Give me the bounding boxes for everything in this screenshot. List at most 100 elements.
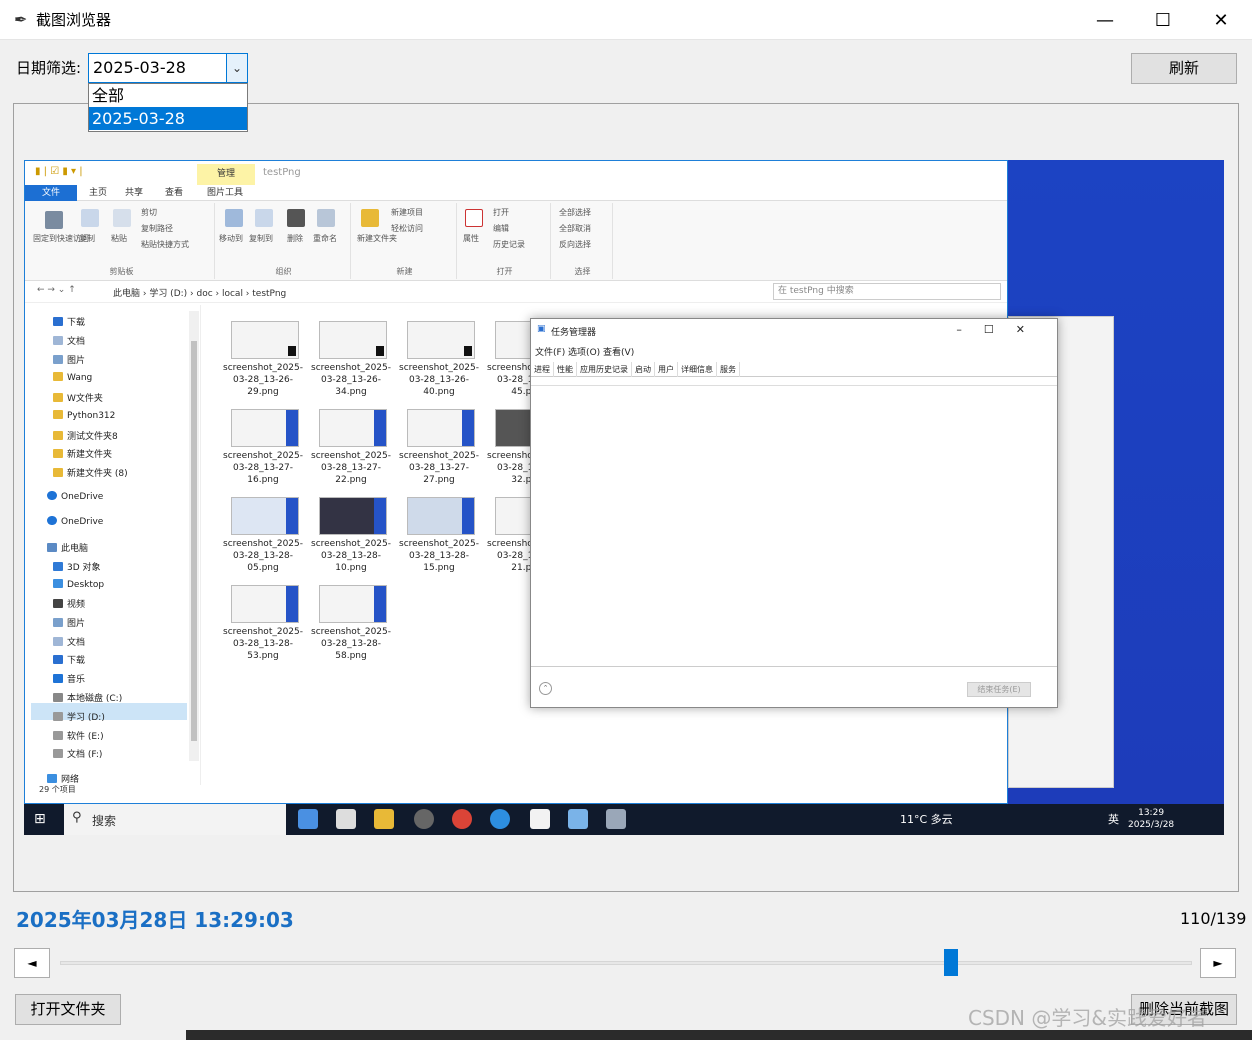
ribbon-group-new: 新建文件夹 新建项目 轻松访问 新建 xyxy=(353,203,457,279)
ribbon-group-name: 剪贴板 xyxy=(109,267,134,276)
ribbon-label: 全部选择 xyxy=(559,208,591,217)
copy-to-icon xyxy=(255,209,273,227)
next-button[interactable]: ► xyxy=(1200,948,1236,978)
ribbon-label: 编辑 xyxy=(493,224,509,233)
app-icon xyxy=(568,809,588,829)
ribbon-label: 反向选择 xyxy=(559,240,591,249)
nav-item: 文档 xyxy=(53,334,85,347)
open-folder-button[interactable]: 打开文件夹 xyxy=(15,994,121,1025)
tm-tab: 用户 xyxy=(655,362,678,377)
file-thumbnail: screenshot_2025-03-28_13-27-27.png xyxy=(395,405,483,493)
file-thumbnail: screenshot_2025-03-28_13-27-16.png xyxy=(219,405,307,493)
chrome-icon xyxy=(452,809,472,829)
ribbon-label: 移动到 xyxy=(219,234,243,243)
task-manager-menu: 文件(F) 选项(O) 查看(V) xyxy=(535,348,635,358)
tm-tab: 启动 xyxy=(632,362,655,377)
file-thumbnail: screenshot_2025-03-28_13-26-34.png xyxy=(307,317,395,405)
tm-tab: 服务 xyxy=(717,362,740,377)
tm-tab: 性能 xyxy=(554,362,577,377)
ribbon-label: 粘贴 xyxy=(111,234,127,243)
taskbar: ⊞ ⚲ 搜索 11°C 多云 英 13:29 2025/3/28 xyxy=(24,804,1224,835)
ribbon-tab-picture-tools: 图片工具 xyxy=(206,188,243,198)
search-icon: ⚲ xyxy=(72,810,82,825)
image-slider-thumb[interactable] xyxy=(944,949,959,976)
ribbon-label: 新建文件夹 xyxy=(357,234,397,243)
date-option-2025-03-28[interactable]: 2025-03-28 xyxy=(89,107,247,130)
breadcrumb: 此电脑 › 学习 (D:) › doc › local › testPng xyxy=(113,289,287,299)
task-manager-icon: ▣ xyxy=(537,324,546,334)
image-counter: 110/139 xyxy=(1180,909,1247,928)
image-slider-track[interactable] xyxy=(60,961,1192,965)
explorer-title-bar: ▮ | ☑ ▮ ▾ | 管理 testPng xyxy=(25,161,1007,185)
ribbon-label: 新建项目 xyxy=(391,208,423,217)
close-button[interactable]: ✕ xyxy=(1192,0,1250,40)
file-explorer-icon xyxy=(374,809,394,829)
date-filter-dropdown: 全部 2025-03-28 xyxy=(88,83,248,132)
nav-item: 下载 xyxy=(53,315,85,328)
date-option-all[interactable]: 全部 xyxy=(89,84,247,107)
ribbon-label: 剪切 xyxy=(141,208,157,217)
task-manager-tabs: 进程 性能 应用历史记录 启动 用户 详细信息 服务 xyxy=(531,362,1057,377)
nav-item: 软件 (E:) xyxy=(53,729,104,742)
file-thumbnail: screenshot_2025-03-28_13-28-05.png xyxy=(219,493,307,581)
explorer-status-text: 29 个项目 xyxy=(39,785,76,794)
end-task-button: 结束任务(E) xyxy=(967,682,1031,697)
nav-item: OneDrive xyxy=(47,491,103,502)
watermark: CSDN @学习&实践爱好者 xyxy=(968,1006,1207,1030)
new-folder-icon xyxy=(361,209,379,227)
back-forward-icon: ← → ⌄ ↑ xyxy=(37,285,76,295)
nav-item: 图片 xyxy=(53,616,85,629)
rename-icon xyxy=(317,209,335,227)
nav-item: 文档 (F:) xyxy=(53,747,102,760)
nav-item: 本地磁盘 (C:) xyxy=(53,691,122,704)
nav-item: 音乐 xyxy=(53,672,85,685)
ribbon-group-select: 全部选择 全部取消 反向选择 选择 xyxy=(553,203,613,279)
ribbon-group-open: 属性 打开 编辑 历史记录 打开 xyxy=(459,203,551,279)
ribbon-group-name: 选择 xyxy=(574,267,591,276)
app-icon xyxy=(606,809,626,829)
date-filter-value: 2025-03-28 xyxy=(93,58,186,77)
file-thumbnail: screenshot_2025-03-28_13-28-53.png xyxy=(219,581,307,669)
feather-icon: ✒ xyxy=(14,10,28,29)
weather-text: 11°C 多云 xyxy=(900,813,953,826)
nav-item: OneDrive xyxy=(47,516,103,527)
app-icon xyxy=(336,809,356,829)
address-bar: ← → ⌄ ↑ 此电脑 › 学习 (D:) › doc › local › te… xyxy=(25,281,1007,303)
ribbon-label: 打开 xyxy=(493,208,509,217)
title-bar: ✒ 截图浏览器 — ☐ ✕ xyxy=(0,0,1252,40)
file-thumbnail: screenshot_2025-03-28_13-26-40.png xyxy=(395,317,483,405)
previous-button[interactable]: ◄ xyxy=(14,948,50,978)
explorer-search-box: 在 testPng 中搜索 xyxy=(773,283,1001,300)
minimize-button[interactable]: — xyxy=(1076,0,1134,40)
nav-item: 新建文件夹 (8) xyxy=(53,466,128,479)
chevron-down-icon[interactable]: ⌄ xyxy=(226,54,247,82)
taskbar-search: ⚲ 搜索 xyxy=(64,804,286,835)
copy-icon xyxy=(81,209,99,227)
nav-item: 测试文件夹8 xyxy=(53,429,118,442)
tm-tab: 详细信息 xyxy=(678,362,717,377)
nav-item: 视频 xyxy=(53,597,85,610)
nav-item: 学习 (D:) xyxy=(53,710,105,723)
delete-icon xyxy=(287,209,305,227)
screenshot-datetime: 2025年03月28日 13:29:03 xyxy=(16,908,294,932)
background-window-strip xyxy=(186,1030,1252,1040)
manage-context-tab: 管理 xyxy=(197,164,255,185)
task-manager-window: ▣ 任务管理器 –☐✕ 文件(F) 选项(O) 查看(V) 进程 性能 应用历史记录… xyxy=(530,318,1058,708)
nav-item: 新建文件夹 xyxy=(53,447,112,460)
settings-icon xyxy=(414,809,434,829)
refresh-button[interactable]: 刷新 xyxy=(1131,53,1237,84)
navigation-pane: 下载 文档 图片 Wang W文件夹 Python312 测试文件夹8 新建文件… xyxy=(25,305,201,785)
nav-item: 此电脑 xyxy=(47,541,88,554)
explorer-window-title: testPng xyxy=(263,167,301,178)
collapse-icon: ⌃ xyxy=(539,682,552,695)
date-filter-combobox[interactable]: 2025-03-28 ⌄ xyxy=(88,53,248,83)
properties-icon xyxy=(465,209,483,227)
ribbon-group-name: 打开 xyxy=(496,267,513,276)
pin-icon xyxy=(45,211,63,229)
maximize-button[interactable]: ☐ xyxy=(1134,0,1192,40)
edge-icon xyxy=(490,809,510,829)
move-to-icon xyxy=(225,209,243,227)
file-thumbnail: screenshot_2025-03-28_13-28-15.png xyxy=(395,493,483,581)
file-thumbnail: screenshot_2025-03-28_13-27-22.png xyxy=(307,405,395,493)
ribbon-tabs: 文件 主页 共享 查看 图片工具 xyxy=(25,185,1007,201)
